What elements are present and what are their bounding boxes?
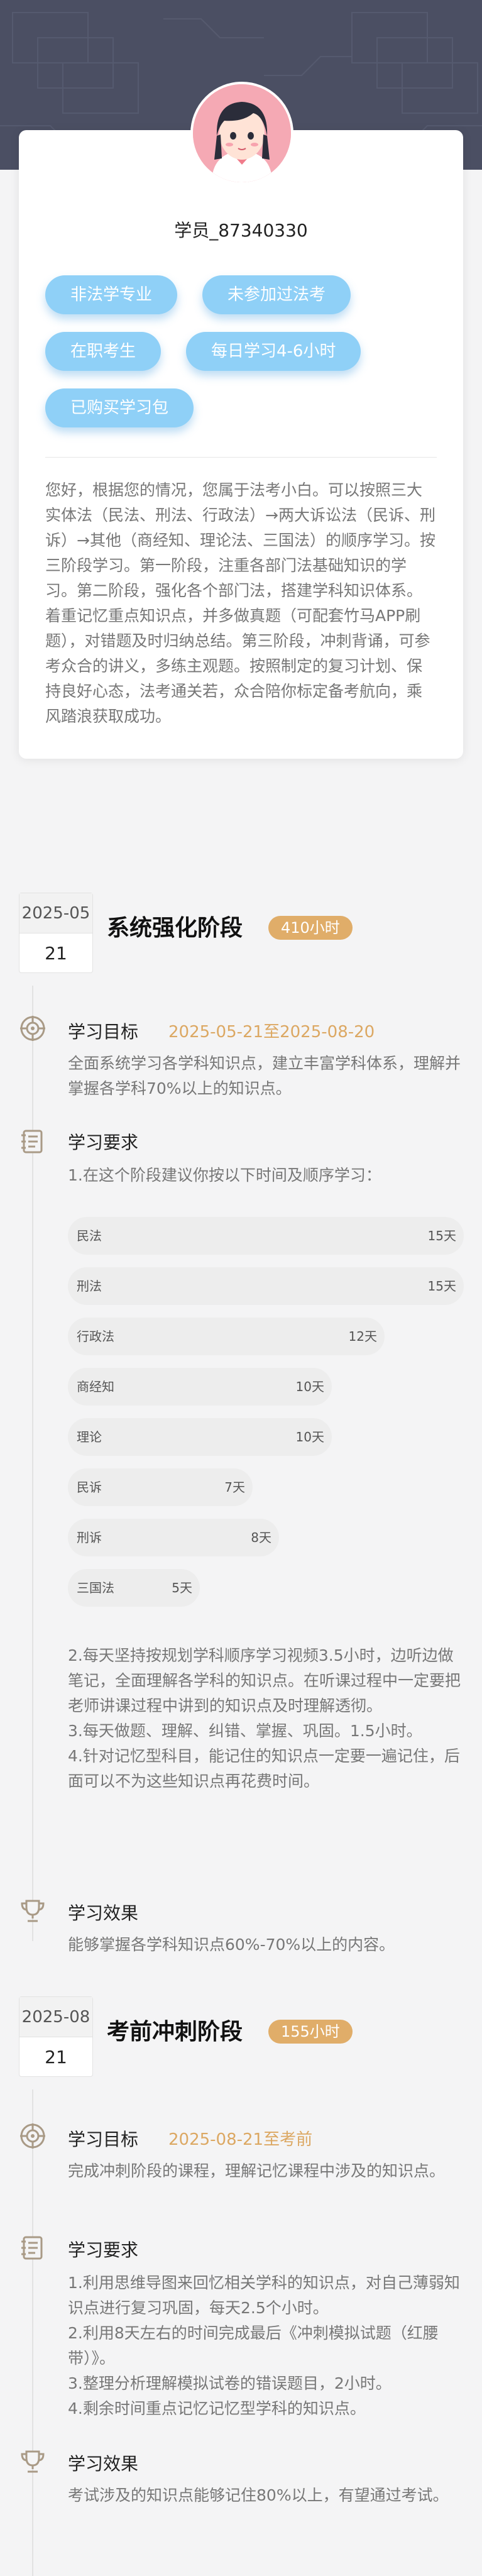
stage2-effect-text: 考试涉及的知识点能够记住80%以上，有望通过考试。: [68, 2486, 449, 2504]
subject-days: 15天: [427, 1279, 456, 1294]
subject-name: 民法: [77, 1228, 102, 1243]
subject-days: 12天: [348, 1329, 377, 1344]
tag-no-prior-exam[interactable]: 未参加过法考: [202, 275, 351, 314]
subject-days: 8天: [251, 1530, 271, 1545]
stage2-effect-title: 学习效果: [68, 2453, 139, 2474]
avatar: [190, 82, 293, 185]
subject-days: 7天: [224, 1480, 245, 1495]
stage2-date: 2025-08 21: [19, 1996, 93, 2077]
subject-bar: 行政法 12天: [68, 1318, 385, 1355]
stage2-title: 考前冲刺阶段: [107, 2019, 243, 2045]
username: 学员_87340330: [174, 220, 308, 241]
stage2-date-day: 21: [45, 2047, 67, 2067]
stage1-effect-title: 学习效果: [68, 1903, 139, 1924]
subject-bar: 刑法 15天: [68, 1267, 464, 1305]
stage1-req-list: 2.每天坚持按规划学科顺序学习视频3.5小时，边听边做笔记，全面理解各学科的知识…: [68, 1643, 464, 1794]
stage2-req-item: 3.整理分析理解模拟试卷的错误题目，2小时。: [68, 2374, 392, 2392]
stage1-req-item: 3.每天做题、理解、纠错、掌握、巩固。1.5小时。: [68, 1722, 422, 1740]
subject-name: 理论: [77, 1429, 102, 1445]
stage1-req-title: 学习要求: [68, 1132, 139, 1153]
notebook-icon: [21, 2236, 43, 2260]
stage2-date-month: 2025-08: [19, 1997, 92, 2037]
stage1-goal-range: 2025-05-21至2025-08-20: [168, 1023, 375, 1042]
stage1-req-intro: 1.在这个阶段建议你按以下时间及顺序学习：: [68, 1166, 381, 1184]
stage1-date-month: 2025-05: [19, 893, 92, 933]
stage1-date: 2025-05 21: [19, 893, 93, 973]
subject-name: 刑诉: [77, 1530, 102, 1545]
target-icon: [20, 1016, 45, 1041]
stage2-req-item: 1.利用思维导图来回忆相关学科的知识点，对自己薄弱知识点进行复习巩固，每天2.5…: [68, 2274, 460, 2317]
subject-bar: 理论 10天: [68, 1418, 332, 1456]
notebook-icon: [21, 1130, 43, 1153]
stage1-req-item: 4.针对记忆型科目，能记住的知识点一定要一遍记住，后面可以不为这些知识点再花费时…: [68, 1747, 460, 1790]
subject-bar: 民诉 7天: [68, 1468, 253, 1506]
profile-intro: 您好，根据您的情况，您属于法考小白。可以按照三大实体法（民法、刑法、行政法）→两…: [45, 481, 435, 725]
stage1-effect-text: 能够掌握各学科知识点60%-70%以上的内容。: [68, 1935, 395, 1954]
subject-name: 刑法: [77, 1279, 102, 1294]
card-divider: [45, 457, 437, 458]
trophy-icon: [21, 2450, 45, 2473]
stage2-hours-badge: 155小时: [268, 2020, 353, 2044]
stage1-title: 系统强化阶段: [107, 915, 243, 941]
subject-days: 10天: [295, 1429, 324, 1445]
tag-purchased-package[interactable]: 已购买学习包: [45, 388, 194, 427]
stage2-goal-title: 学习目标: [68, 2129, 139, 2150]
subject-name: 三国法: [77, 1580, 114, 1595]
stage2-timeline: [32, 2089, 33, 2576]
subject-bar: 刑诉 8天: [68, 1519, 279, 1556]
stage2-req-item: 4.剩余时间重点记忆记忆型学科的知识点。: [68, 2399, 366, 2418]
stage1-goal-title: 学习目标: [68, 1021, 139, 1042]
stage1-date-day: 21: [45, 943, 67, 964]
stage2-req-list: 1.利用思维导图来回忆相关学科的知识点，对自己薄弱知识点进行复习巩固，每天2.5…: [68, 2271, 464, 2421]
subject-name: 民诉: [77, 1480, 102, 1495]
tag-employed[interactable]: 在职考生: [45, 332, 162, 371]
trophy-icon: [21, 1900, 45, 1922]
avatar-girl-icon: [193, 84, 291, 182]
subject-name: 行政法: [77, 1329, 114, 1344]
subject-bar: 民法 15天: [68, 1217, 464, 1255]
subject-days: 5天: [172, 1580, 192, 1595]
tag-non-law-major[interactable]: 非法学专业: [45, 275, 178, 314]
stage2-req-item: 2.利用8天左右的时间完成最后《冲刺模拟试题（红腰带）》。: [68, 2324, 439, 2367]
target-icon: [20, 2123, 45, 2149]
stage1-req-item: 2.每天坚持按规划学科顺序学习视频3.5小时，边听边做笔记，全面理解各学科的知识…: [68, 1646, 461, 1715]
tag-daily-hours[interactable]: 每日学习4-6小时: [186, 332, 361, 371]
stage2-req-title: 学习要求: [68, 2240, 139, 2260]
stage1-goal-text: 全面系统学习各学科知识点，建立丰富学科体系，理解并掌握各学科70%以上的知识点。: [68, 1054, 461, 1098]
stage2-goal-range: 2025-08-21至考前: [168, 2130, 313, 2149]
stage1-hours-badge: 410小时: [268, 916, 353, 940]
subject-days: 10天: [295, 1379, 324, 1394]
subject-bar: 三国法 5天: [68, 1569, 200, 1607]
subject-days: 15天: [427, 1228, 456, 1243]
stage2-goal-text: 完成冲刺阶段的课程，理解记忆课程中涉及的知识点。: [68, 2162, 446, 2180]
subject-name: 商经知: [77, 1379, 114, 1394]
subject-bar: 商经知 10天: [68, 1368, 332, 1406]
